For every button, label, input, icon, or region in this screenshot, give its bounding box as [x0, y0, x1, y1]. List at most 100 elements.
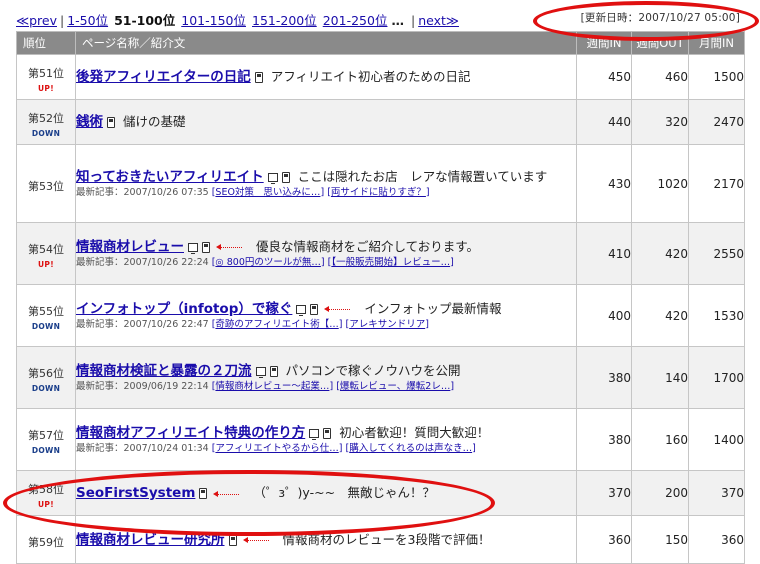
- monthly-in-value: 2170: [688, 144, 745, 223]
- site-name-link[interactable]: 知っておきたいアフィリエイト: [76, 169, 264, 185]
- ranking-table: 順位 ページ名称／紹介文 週間IN 週間OUT 月間IN 第51位 UP! 後発ア…: [16, 31, 745, 564]
- table-row: 第56位 DOWN 情報商材検証と暴露の２刀流 パソコンで稼ぐノウハウを公開 最新記…: [16, 346, 745, 409]
- trend-down-badge: DOWN: [31, 322, 61, 331]
- site-cell: インフォトップ（infotop）で稼ぐ インフォトップ最新情報 最新記事：2007…: [75, 284, 577, 347]
- site-cell: 後発アフィリエイターの日記 アフィリエイト初心者のための日記: [75, 54, 577, 100]
- trend-up-badge: UP!: [38, 260, 54, 269]
- trend-up-badge: UP!: [38, 83, 54, 93]
- site-description: 優良な情報商材をご紹介しております。: [256, 238, 480, 254]
- trend-down-badge: DOWN: [31, 446, 61, 455]
- arrow-left-icon: [324, 306, 351, 312]
- latest-article-link[interactable]: 爆転レビュー、爆転2レ…: [340, 381, 450, 392]
- latest-article-line: 最新記事：2007/10/24 01:34 [アフィリエイトやるから仕…] [購…: [76, 442, 476, 454]
- pc-icon: [188, 242, 198, 254]
- site-description: パソコンで稼ぐノウハウを公開: [285, 362, 461, 378]
- rank-cell: 第59位: [16, 515, 76, 564]
- mobile-phone-icon: [228, 534, 237, 546]
- rank-label: 第57位: [28, 429, 64, 442]
- pagination-ellipsis: …: [391, 13, 404, 28]
- arrow-left-icon: [216, 244, 242, 250]
- site-name-link[interactable]: 情報商材レビュー: [76, 239, 184, 255]
- page-link-101-150[interactable]: 101-150位: [181, 13, 246, 28]
- mobile-phone-icon: [202, 241, 210, 253]
- latest-article-line: 最新記事：2007/10/26 07:35 [SEO対策 思い込みに…] [両サ…: [76, 186, 430, 198]
- prev-link[interactable]: ≪prev: [16, 13, 57, 28]
- monthly-in-value: 370: [688, 470, 745, 516]
- site-description: （゜з゜)y-~~ 無敵じゃん！？: [253, 485, 436, 500]
- site-cell: 情報商材アフィリエイト特典の作り方 初心者歓迎！質問大歓迎！ 最新記事：2007/…: [75, 408, 577, 471]
- pc-icon: [296, 304, 307, 316]
- page-link-151-200[interactable]: 151-200位: [252, 13, 317, 28]
- site-cell: 情報商材レビュー研究所 情報商材のレビューを3段階で評価！: [75, 515, 577, 564]
- site-description: アフィリエイト初心者のための日記: [270, 69, 471, 84]
- latest-article-link[interactable]: 両サイドに貼りすぎ？: [331, 187, 426, 198]
- latest-date: 2009/06/19 22:14: [123, 380, 209, 392]
- rank-label: 第51位: [28, 66, 64, 80]
- latest-article-link[interactable]: 購入してくれるのは声なき…: [349, 443, 472, 454]
- monthly-in-value: 1530: [688, 284, 745, 347]
- site-cell: 銭術 儲けの基礎: [75, 99, 577, 145]
- col-header-weekly-in: 週間IN: [576, 31, 632, 55]
- latest-article-link[interactable]: アレキサンドリア: [349, 319, 425, 330]
- mobile-phone-icon: [107, 117, 115, 128]
- site-name-link[interactable]: SeoFirstSystem: [76, 485, 195, 501]
- monthly-in-value: 1500: [688, 54, 745, 100]
- weekly-out-value: 160: [631, 408, 689, 471]
- weekly-out-value: 150: [631, 515, 689, 564]
- site-name-link[interactable]: 情報商材検証と暴露の２刀流: [76, 363, 252, 379]
- rank-cell: 第52位 DOWN: [16, 99, 76, 145]
- latest-article-link[interactable]: 【一般販売開始】レビュー…: [331, 257, 450, 268]
- rank-label: 第59位: [28, 535, 64, 549]
- page-link-1-50[interactable]: 1-50位: [67, 13, 108, 28]
- col-header-weekly-out: 週間OUT: [631, 31, 689, 55]
- page-current-51-100: 51-100位: [114, 13, 176, 28]
- rank-label: 第58位: [28, 482, 64, 496]
- site-description: 情報商材のレビューを3段階で評価！: [282, 531, 491, 547]
- rank-cell: 第51位 UP!: [16, 54, 76, 100]
- table-row: 第53位 知っておきたいアフィリエイト ここは隠れたお店 レアな情報置いています …: [16, 144, 745, 223]
- rank-label: 第54位: [28, 243, 64, 256]
- site-name-link[interactable]: 情報商材アフィリエイト特典の作り方: [76, 425, 305, 441]
- site-description: 儲けの基礎: [123, 114, 186, 129]
- latest-article-link[interactable]: アフィリエイトやるから仕…: [215, 443, 338, 454]
- site-description: 初心者歓迎！質問大歓迎！: [339, 424, 490, 440]
- latest-article-link[interactable]: 奇跡のアフィリエイト術【…: [215, 319, 338, 330]
- latest-article-link[interactable]: SEO対策 思い込みに…: [215, 187, 320, 198]
- latest-article-line: 最新記事：2009/06/19 22:14 [情報商材レビュー～起業…] [爆転…: [76, 380, 455, 392]
- weekly-in-value: 410: [576, 222, 632, 285]
- page-link-201-250[interactable]: 201-250位: [323, 13, 388, 28]
- site-cell: 情報商材検証と暴露の２刀流 パソコンで稼ぐノウハウを公開 最新記事：2009/06…: [75, 346, 577, 409]
- latest-prefix: 最新記事：: [76, 186, 124, 198]
- rank-label: 第52位: [28, 111, 64, 125]
- weekly-in-value: 380: [576, 408, 632, 471]
- mobile-phone-icon: [310, 303, 319, 315]
- weekly-out-value: 320: [631, 99, 689, 145]
- weekly-in-value: 380: [576, 346, 632, 409]
- site-name-link[interactable]: 後発アフィリエイターの日記: [76, 69, 251, 85]
- weekly-in-value: 400: [576, 284, 632, 347]
- table-row: 第59位 情報商材レビュー研究所 情報商材のレビューを3段階で評価！ 360 15…: [16, 515, 745, 564]
- monthly-in-value: 1700: [688, 346, 745, 409]
- latest-prefix: 最新記事：: [76, 380, 124, 392]
- pc-icon: [309, 428, 320, 440]
- rank-cell: 第56位 DOWN: [16, 346, 76, 409]
- mobile-phone-icon: [254, 72, 263, 83]
- table-row: 第57位 DOWN 情報商材アフィリエイト特典の作り方 初心者歓迎！質問大歓迎！ 最…: [16, 408, 745, 471]
- latest-prefix: 最新記事：: [76, 442, 124, 454]
- table-row: 第52位 DOWN 銭術 儲けの基礎 440 320 2470: [16, 99, 745, 145]
- pc-icon: [267, 172, 278, 184]
- site-cell: SeoFirstSystem （゜з゜)y-~~ 無敵じゃん！？: [75, 470, 577, 516]
- site-description: ここは隠れたお店 レアな情報置いています: [297, 168, 548, 184]
- mobile-phone-icon: [281, 171, 290, 183]
- monthly-in-value: 2470: [688, 99, 745, 145]
- site-name-link[interactable]: インフォトップ（infotop）で稼ぐ: [76, 301, 292, 317]
- pagination: ≪prev | 1-50位 51-100位 101-150位 151-200位 201-25…: [16, 13, 459, 28]
- latest-prefix: 最新記事：: [76, 318, 124, 330]
- latest-article-link[interactable]: ◎ 800円のツールが無…: [215, 257, 320, 268]
- site-cell: 情報商材レビュー 優良な情報商材をご紹介しております。 最新記事：2007/10/…: [75, 222, 577, 285]
- latest-article-link[interactable]: 情報商材レビュー～起業…: [215, 381, 329, 392]
- site-name-link[interactable]: 銭術: [76, 114, 103, 130]
- site-description: インフォトップ最新情報: [364, 300, 502, 316]
- next-link[interactable]: next≫: [418, 13, 459, 28]
- site-name-link[interactable]: 情報商材レビュー研究所: [76, 532, 225, 548]
